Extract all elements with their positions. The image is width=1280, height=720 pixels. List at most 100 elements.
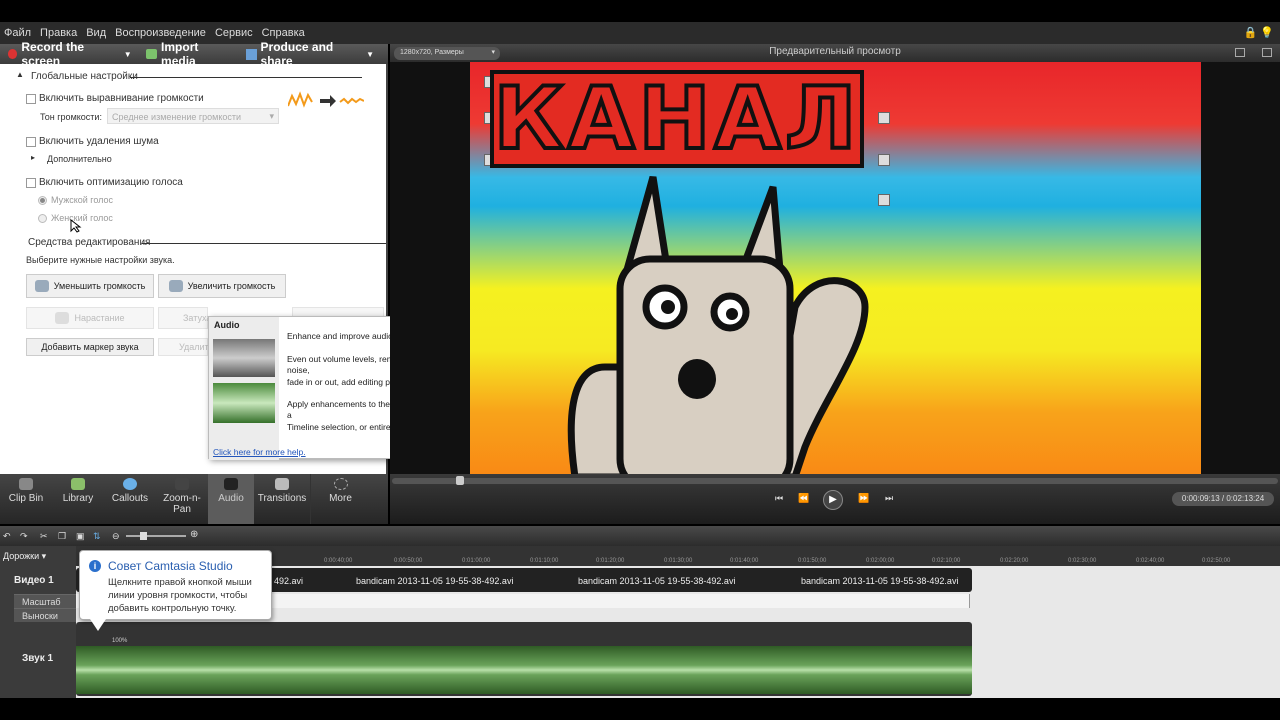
editing-tools-heading: Средства редактирования	[28, 237, 151, 248]
increase-volume-button[interactable]: Увеличить громкость	[158, 274, 286, 298]
ruler-tick: 0:01:20;00	[596, 558, 625, 564]
time-readout: 0:00:09:13 / 0:02:13:24	[1172, 492, 1274, 506]
menu-tools[interactable]: Сервис	[215, 27, 253, 39]
split-icon[interactable]: ⇅	[93, 531, 103, 541]
lightbulb-icon[interactable]: 🔒 💡	[1244, 26, 1274, 39]
library-icon	[71, 478, 85, 490]
male-voice-radio[interactable]: Мужской голос	[38, 195, 113, 205]
tab-library[interactable]: Library	[52, 474, 104, 524]
fade-in-button[interactable]: Нарастание	[26, 307, 154, 329]
waveform-after-icon	[213, 383, 275, 423]
add-marker-button[interactable]: Добавить маркер звука	[26, 338, 154, 356]
choose-settings-text: Выберите нужные настройки звука.	[26, 255, 175, 265]
chevron-down-icon: ▼	[123, 49, 132, 59]
menu-help[interactable]: Справка	[262, 27, 305, 39]
fast-forward-icon[interactable]: ⏩	[857, 493, 871, 505]
volume-leveling-checkbox[interactable]: Включить выравнивание громкости	[26, 93, 204, 104]
task-tabs: Clip Bin Library Callouts Zoom-n-Pan Aud…	[0, 474, 388, 524]
global-settings-heading: Глобальные настройки	[31, 71, 138, 82]
fade-in-icon	[55, 312, 70, 324]
divider	[130, 77, 362, 78]
volume-up-icon	[168, 280, 183, 292]
zoom-icon	[175, 478, 189, 490]
tab-more[interactable]: More	[310, 474, 370, 524]
skip-forward-icon[interactable]: ⏭	[882, 493, 896, 505]
ruler-tick: 0:02:10;00	[932, 558, 961, 564]
track-headers: Дорожки ▾ Видео 1 Масштаб Выноски Звук 1	[0, 546, 76, 698]
skip-back-icon[interactable]: ⏮	[772, 493, 786, 505]
tip-title: Совет Camtasia Studio	[108, 559, 233, 573]
tip-bubble: i Совет Camtasia Studio Щелкните правой …	[79, 550, 272, 631]
detach-icon[interactable]	[1235, 48, 1245, 57]
waveform-before-icon	[213, 339, 275, 377]
video-track-label[interactable]: Видео 1	[14, 575, 54, 586]
tab-callouts[interactable]: Callouts	[104, 474, 156, 524]
ruler-tick: 0:00:50;00	[394, 558, 423, 564]
cut-icon[interactable]: ✂	[40, 531, 50, 541]
voice-optimization-checkbox[interactable]: Включить оптимизацию голоса	[26, 177, 183, 188]
clip-name: 492.avi	[274, 576, 304, 586]
menu-view[interactable]: Вид	[86, 27, 106, 39]
volume-tone-dropdown[interactable]: Среднее изменение громкости ▾	[107, 108, 279, 124]
play-icon[interactable]: ▶	[823, 490, 843, 510]
ruler-tick: 0:01:00;00	[462, 558, 491, 564]
zoom-out-icon[interactable]: ⊖	[112, 531, 122, 541]
callouts-icon	[123, 478, 137, 490]
fade-out-button[interactable]: Затуха	[158, 307, 211, 329]
tab-clip-bin[interactable]: Clip Bin	[0, 474, 52, 524]
copy-icon[interactable]: ❐	[58, 531, 68, 541]
tip-body: Щелкните правой кнопкой мыши линии уровн…	[108, 577, 252, 614]
transitions-icon	[275, 478, 289, 490]
zoom-track-label[interactable]: Масштаб	[14, 594, 76, 608]
tab-zoom-n-pan[interactable]: Zoom-n-Pan	[156, 474, 208, 524]
volume-tone-label: Тон громкости:	[40, 112, 102, 122]
menu-edit[interactable]: Правка	[40, 27, 77, 39]
ruler-tick: 0:01:50;00	[798, 558, 827, 564]
tooltip-help-link[interactable]: Click here for more help.	[213, 447, 306, 457]
preview-toolbar: 1280x720, Размеры ▾ Предварительный прос…	[390, 44, 1280, 62]
clip-name: bandicam 2013-11-05 19-55-38-492.avi	[801, 576, 959, 586]
ruler-tick: 0:02:50;00	[1202, 558, 1231, 564]
delete-button[interactable]: Удалить	[158, 338, 213, 356]
noise-removal-checkbox[interactable]: Включить удаления шума	[26, 136, 159, 147]
film-icon	[145, 49, 158, 59]
more-icon	[333, 478, 348, 490]
tracks-dropdown[interactable]: Дорожки ▾	[3, 551, 46, 562]
clip-name: bandicam 2013-11-05 19-55-38-492.avi	[578, 576, 736, 586]
tab-audio[interactable]: Audio	[208, 474, 254, 524]
ruler-tick: 0:02:20;00	[1000, 558, 1029, 564]
desktop-icon	[878, 112, 890, 124]
paste-icon[interactable]: ▣	[76, 531, 86, 541]
audio-waveform[interactable]	[76, 646, 972, 694]
ruler-tick: 0:01:10;00	[530, 558, 559, 564]
scrub-bar[interactable]	[392, 478, 1278, 484]
decrease-volume-button[interactable]: Уменьшить громкость	[26, 274, 154, 298]
mouse-cursor-icon	[70, 219, 82, 233]
menu-playback[interactable]: Воспроизведение	[115, 27, 206, 39]
scrub-handle[interactable]	[456, 476, 464, 485]
divider	[142, 243, 386, 244]
menu-file[interactable]: Файл	[4, 27, 31, 39]
redo-icon[interactable]: ↷	[20, 531, 30, 541]
zoom-slider[interactable]	[126, 535, 186, 537]
rewind-icon[interactable]: ⏪	[797, 493, 811, 505]
zoom-slider-handle[interactable]	[140, 532, 147, 540]
zoom-in-icon[interactable]: ⊕	[190, 529, 198, 540]
audio-track-label[interactable]: Звук 1	[22, 653, 53, 664]
clip-name: bandicam 2013-11-05 19-55-38-492.avi	[356, 576, 514, 586]
video-frame: КАНАЛ	[470, 62, 1201, 474]
undo-icon[interactable]: ↶	[3, 531, 13, 541]
expand-arrow-icon[interactable]: ▸	[31, 153, 35, 162]
advanced-toggle[interactable]: Дополнительно	[47, 154, 112, 164]
main-toolbar: Record the screen ▼ Import media Produce…	[0, 40, 388, 68]
speaker-icon	[224, 478, 238, 490]
chevron-down-icon: ▾	[269, 111, 274, 121]
channel-title-text: КАНАЛ	[492, 67, 861, 171]
callouts-track-label[interactable]: Выноски	[14, 608, 76, 622]
tab-transitions[interactable]: Transitions	[254, 474, 310, 524]
preview-title: Предварительный просмотр	[769, 46, 901, 57]
chevron-down-icon: ▼	[366, 49, 374, 59]
volume-leveling-icon	[288, 91, 364, 108]
collapse-arrow-icon[interactable]: ▲	[16, 70, 24, 79]
fullscreen-icon[interactable]	[1262, 48, 1272, 57]
